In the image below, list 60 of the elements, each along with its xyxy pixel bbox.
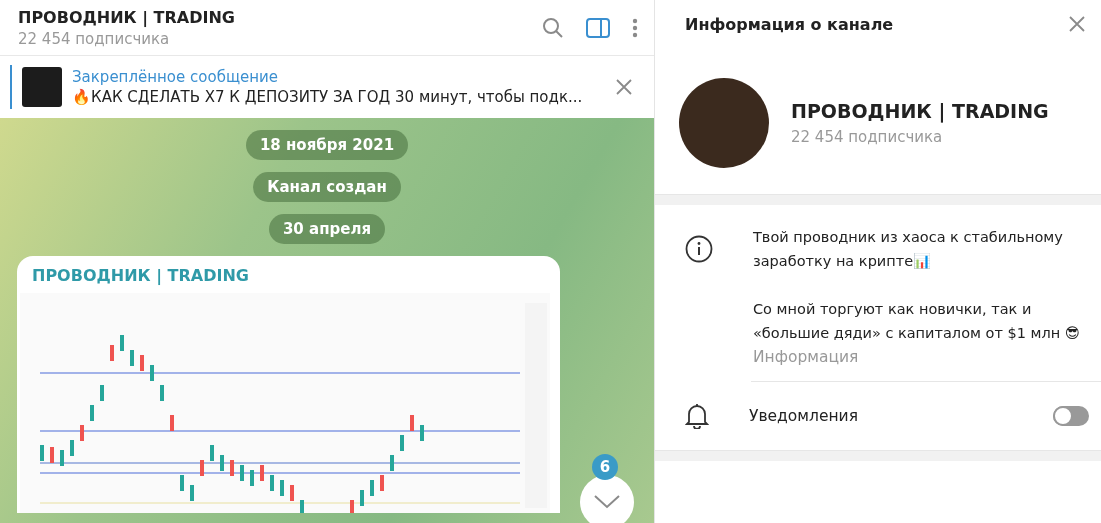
- candlestick: [70, 440, 74, 456]
- candlestick: [230, 460, 234, 476]
- candlestick: [380, 475, 384, 491]
- candlestick: [360, 490, 364, 506]
- candlestick: [130, 350, 134, 366]
- candlestick: [140, 355, 144, 371]
- notifications-row[interactable]: Уведомления: [655, 382, 1101, 450]
- candlestick: [160, 385, 164, 401]
- search-icon[interactable]: [542, 16, 564, 39]
- subscriber-count: 22 454 подписчика: [791, 128, 943, 146]
- photo-placeholder: [22, 67, 62, 107]
- channel-title: ПРОВОДНИК | TRADING: [18, 7, 235, 27]
- candlestick: [280, 480, 284, 496]
- candlestick: [290, 485, 294, 501]
- more-icon[interactable]: [632, 17, 638, 38]
- candlestick: [200, 460, 204, 476]
- notifications-toggle[interactable]: [1053, 406, 1089, 426]
- candlestick: [420, 425, 424, 441]
- service-message: 18 ноября 2021: [245, 130, 409, 160]
- message-author: ПРОВОДНИК | TRADING: [32, 266, 249, 285]
- candlestick: [410, 415, 414, 431]
- panel-title: Информация о канале: [685, 14, 895, 34]
- description-label: Информация: [753, 347, 859, 368]
- sidebar-toggle-icon[interactable]: [586, 17, 610, 38]
- candlestick: [80, 425, 84, 441]
- candlestick: [110, 345, 114, 361]
- candlestick: [370, 480, 374, 496]
- candlestick: [50, 447, 54, 463]
- candlestick: [180, 475, 184, 491]
- info-icon: [685, 235, 713, 263]
- candlestick: [400, 435, 404, 451]
- chevron-down-icon: [594, 495, 620, 509]
- candlestick: [170, 415, 174, 431]
- pinned-label: Закреплённое сообщение: [72, 68, 279, 86]
- candlestick: [220, 455, 224, 471]
- candlestick: [100, 385, 104, 401]
- close-icon[interactable]: [616, 79, 632, 95]
- candlestick: [250, 470, 254, 486]
- candlestick: [90, 405, 94, 421]
- candlestick: [40, 445, 44, 461]
- service-message: Канал создан: [253, 172, 401, 202]
- candlestick: [390, 455, 394, 471]
- candlestick: [190, 485, 194, 501]
- candlestick: [350, 500, 354, 513]
- candlestick: [60, 450, 64, 466]
- notifications-label: Уведомления: [749, 407, 859, 425]
- channel-name: ПРОВОДНИК | TRADING: [791, 100, 1049, 122]
- service-message: 30 апреля: [268, 214, 386, 244]
- pinned-text: 🔥КАК СДЕЛАТЬ Х7 К ДЕПОЗИТУ ЗА ГОД 30 минут, чтобы подк...: [72, 88, 583, 106]
- close-icon[interactable]: [1069, 16, 1085, 32]
- bell-icon: [685, 403, 709, 429]
- candlestick: [210, 445, 214, 461]
- channel-description: Твой проводник из хаоса к стабильному заработку на крипте📊 Со мной торгуют как новички, так и «большие дяди» с капиталом от $1 млн 😎: [753, 228, 1081, 343]
- candlestick: [120, 335, 124, 351]
- candlestick: [270, 475, 274, 491]
- candlestick: [260, 465, 264, 481]
- candlestick: [240, 465, 244, 481]
- candlestick: [300, 500, 304, 513]
- subscriber-count: 22 454 подписчика: [18, 29, 170, 48]
- candlestick: [150, 365, 154, 381]
